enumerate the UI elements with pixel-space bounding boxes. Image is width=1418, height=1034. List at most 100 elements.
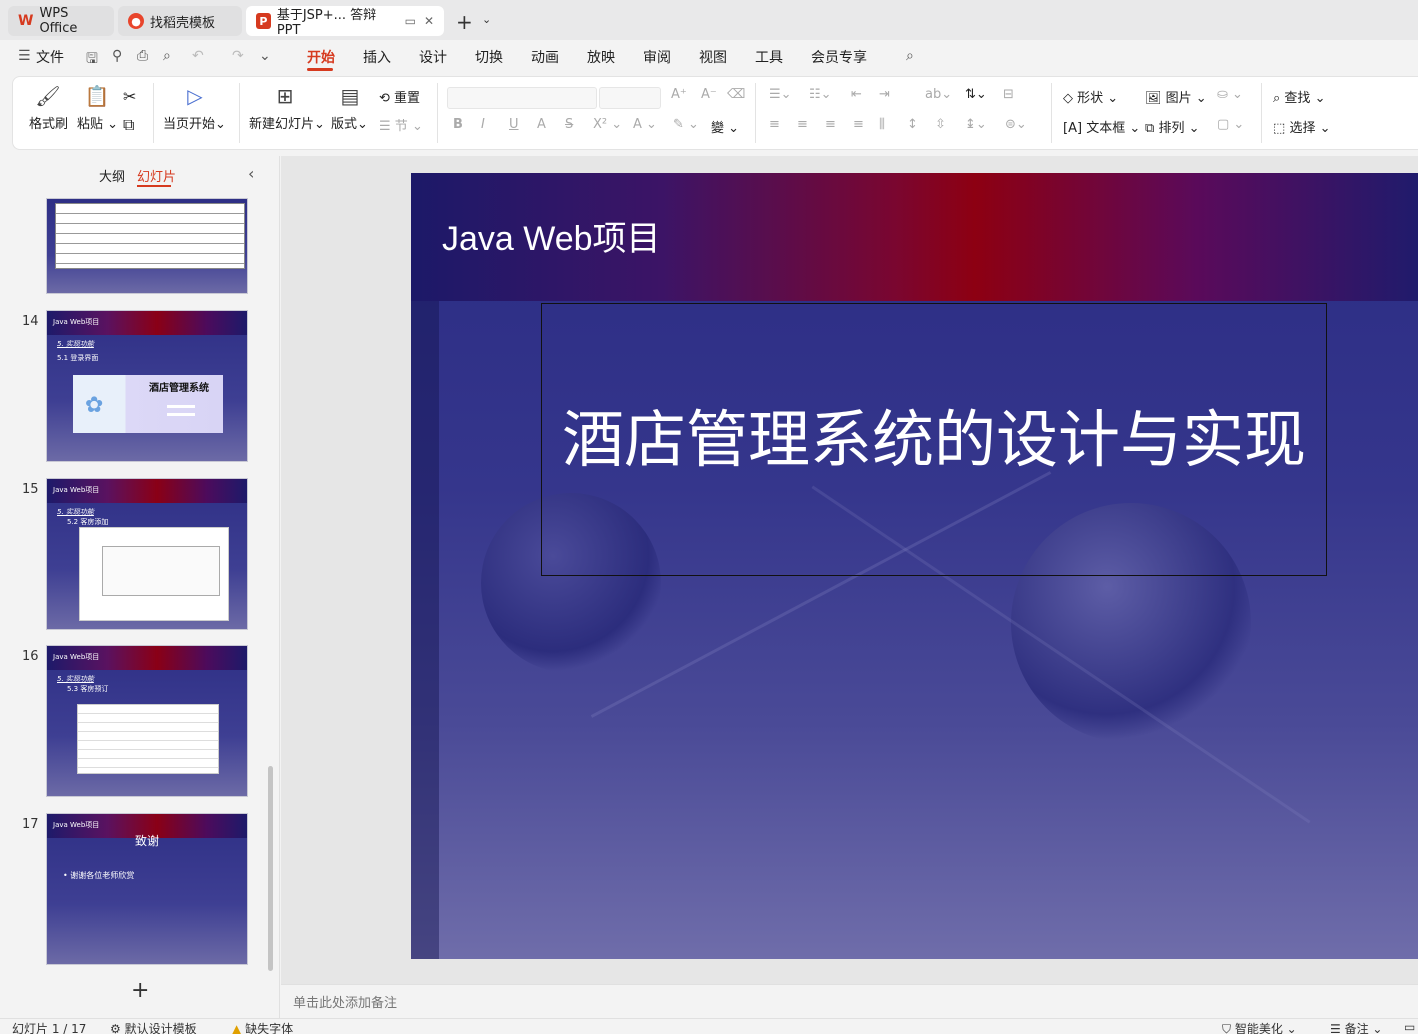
copy-icon[interactable]: ⧉ [123,115,134,135]
shadow-icon[interactable]: A [537,117,546,132]
font-size-select[interactable] [599,87,661,109]
outline-icon[interactable]: ▢ ⌄ [1217,117,1244,132]
notes-placeholder[interactable]: 单击此处添加备注 [293,992,397,1011]
slide-thumbnail-17[interactable]: Java Web项目 致谢 • 谢谢各位老师欣赏 [46,813,248,965]
format-painter-button[interactable]: 🖌 格式刷 [29,85,67,132]
panel-scrollbar[interactable] [268,766,273,971]
menu-slideshow[interactable]: 放映 [587,47,615,67]
vertical-align-icon[interactable]: ↨⌄ [965,117,987,132]
sort-icon[interactable]: ⇅⌄ [965,87,987,102]
justify-icon[interactable]: ≡ [853,117,864,132]
notes-pane[interactable]: 单击此处添加备注 [281,984,1418,1018]
window-icon[interactable]: ▭ [405,14,416,28]
convert-icon[interactable]: ⊟ [1003,87,1014,102]
title-placeholder[interactable]: 酒店管理系统的设计与实现 [541,303,1327,576]
undo-icon[interactable]: ↶ [192,48,204,64]
view-icon[interactable]: ▭ [1404,1020,1415,1034]
align-right-icon[interactable]: ≡ [825,117,836,132]
menu-tools[interactable]: 工具 [755,47,783,67]
slide-thumbnail-13[interactable] [46,198,248,294]
section-button[interactable]: ☰ 节 ⌄ [379,115,423,134]
missing-font-button[interactable]: ▲ 缺失字体 [232,1020,293,1034]
new-slide-button[interactable]: ⊞ 新建幻灯片⌄ [249,85,321,132]
increase-font-icon[interactable]: A⁺ [671,87,687,102]
text-box-align-icon[interactable]: ⊜⌄ [1005,117,1027,132]
increase-indent-icon[interactable]: ⇥ [879,87,890,102]
tab-template-store[interactable]: ● 找稻壳模板 [118,6,242,36]
align-center-icon[interactable]: ≡ [797,117,808,132]
character-spacing-icon[interactable]: 變 ⌄ [711,117,739,136]
strikethrough-icon[interactable]: S [565,117,573,132]
numbering-icon[interactable]: ☷⌄ [809,87,832,102]
menu-home[interactable]: 开始 [307,47,335,67]
menu-insert[interactable]: 插入 [363,47,391,67]
font-family-select[interactable] [447,87,597,109]
tab-wps-office[interactable]: W WPS Office [8,6,114,36]
add-slide-icon[interactable]: + [131,978,149,1003]
smart-beautify-button[interactable]: ⛉ 智能美化 ⌄ [1222,1020,1297,1034]
active-tab-indicator [137,185,171,187]
menu-view[interactable]: 视图 [699,47,727,67]
tab-label: 基于JSP+... 答辩PPT [277,4,391,38]
bullets-icon[interactable]: ☰⌄ [769,87,792,102]
bold-icon[interactable]: B [453,117,463,132]
fill-icon[interactable]: ⛀ ⌄ [1217,87,1243,102]
reset-button[interactable]: ⟲ 重置 [379,87,420,106]
textbox-button[interactable]: [A] 文本框 ⌄ [1063,117,1140,136]
slide-thumbnail-15[interactable]: Java Web项目 5. 实现功能 5.2 客房添加 [46,478,248,630]
cut-icon[interactable]: ✂ [123,87,136,106]
thumb-subtitle: 5. 实现功能 [57,339,94,349]
tab-slides[interactable]: 幻灯片 [137,166,176,185]
italic-icon[interactable]: I [481,117,485,132]
align-left-icon[interactable]: ≡ [769,117,780,132]
menu-transition[interactable]: 切换 [475,47,503,67]
superscript-icon[interactable]: X² ⌄ [593,117,622,132]
save-icon[interactable]: 🖫 [86,48,98,72]
preview-icon[interactable]: ⌕ [163,48,171,64]
design-template-button[interactable]: ⚙ 默认设计模板 [110,1020,197,1034]
link-icon[interactable]: ⚲ [112,48,122,64]
columns-icon[interactable]: ⫼ [879,117,885,132]
current-slide[interactable]: Java Web项目 酒店管理系统的设计与实现 [411,173,1418,959]
thumb-section: 5.2 客房添加 [67,517,108,527]
menu-review[interactable]: 审阅 [643,47,671,67]
paragraph-spacing-icon[interactable]: ⇳ [935,117,946,132]
decrease-font-icon[interactable]: A⁻ [701,87,717,102]
shape-button[interactable]: ◇ 形状 ⌄ [1063,87,1118,106]
picture-icon: 🖼 [1145,91,1162,106]
line-spacing-icon[interactable]: ↕ [907,117,918,132]
menu-animation[interactable]: 动画 [531,47,559,67]
paste-button[interactable]: 📋 粘贴 ⌄ [77,85,117,132]
menu-member[interactable]: 会员专享 [811,47,867,67]
chevron-down-icon[interactable]: ⌄ [482,13,491,26]
font-color-icon[interactable]: A ⌄ [633,117,657,132]
layout-button[interactable]: ▤ 版式⌄ [331,85,369,132]
menu-icon[interactable]: ☰ [18,48,31,64]
tab-current-document[interactable]: P 基于JSP+... 答辩PPT ▭ ✕ [246,6,444,36]
select-button[interactable]: ⬚ 选择 ⌄ [1273,117,1330,136]
collapse-panel-icon[interactable]: ‹ [248,164,254,183]
slide-main-title[interactable]: 酒店管理系统的设计与实现 [562,400,1306,480]
notes-toggle-button[interactable]: ☰ 备注 ⌄ [1330,1020,1382,1034]
decrease-indent-icon[interactable]: ⇤ [851,87,862,102]
start-from-current-button[interactable]: ▷ 当页开始⌄ [163,85,227,132]
find-button[interactable]: ⌕ 查找 ⌄ [1273,87,1325,106]
menu-design[interactable]: 设计 [419,47,447,67]
print-icon[interactable]: ⎙ [137,48,148,64]
text-direction-icon[interactable]: ab⌄ [925,87,952,102]
tab-outline[interactable]: 大纲 [99,166,125,185]
new-tab-icon[interactable]: + [456,10,473,34]
redo-icon[interactable]: ↷ [232,48,244,64]
picture-button[interactable]: 🖼 图片 ⌄ [1145,87,1207,106]
menu-file[interactable]: 文件 [36,47,64,67]
slide-thumbnail-14[interactable]: Java Web项目 5. 实现功能 5.1 登录界面 酒店管理系统 ✿ [46,310,248,462]
clear-format-icon[interactable]: ⌫ [727,87,745,102]
slide-thumbnail-16[interactable]: Java Web项目 5. 实现功能 5.3 客房预订 [46,645,248,797]
search-icon[interactable]: ⌕ [906,48,914,64]
close-tab-icon[interactable]: ✕ [424,14,434,28]
underline-icon[interactable]: U [509,117,519,132]
highlight-icon[interactable]: ✎ ⌄ [673,117,699,132]
more-icon[interactable]: ⌄ [259,48,271,64]
slide-header-title[interactable]: Java Web项目 [442,211,661,260]
arrange-button[interactable]: ⧉ 排列 ⌄ [1145,117,1199,136]
